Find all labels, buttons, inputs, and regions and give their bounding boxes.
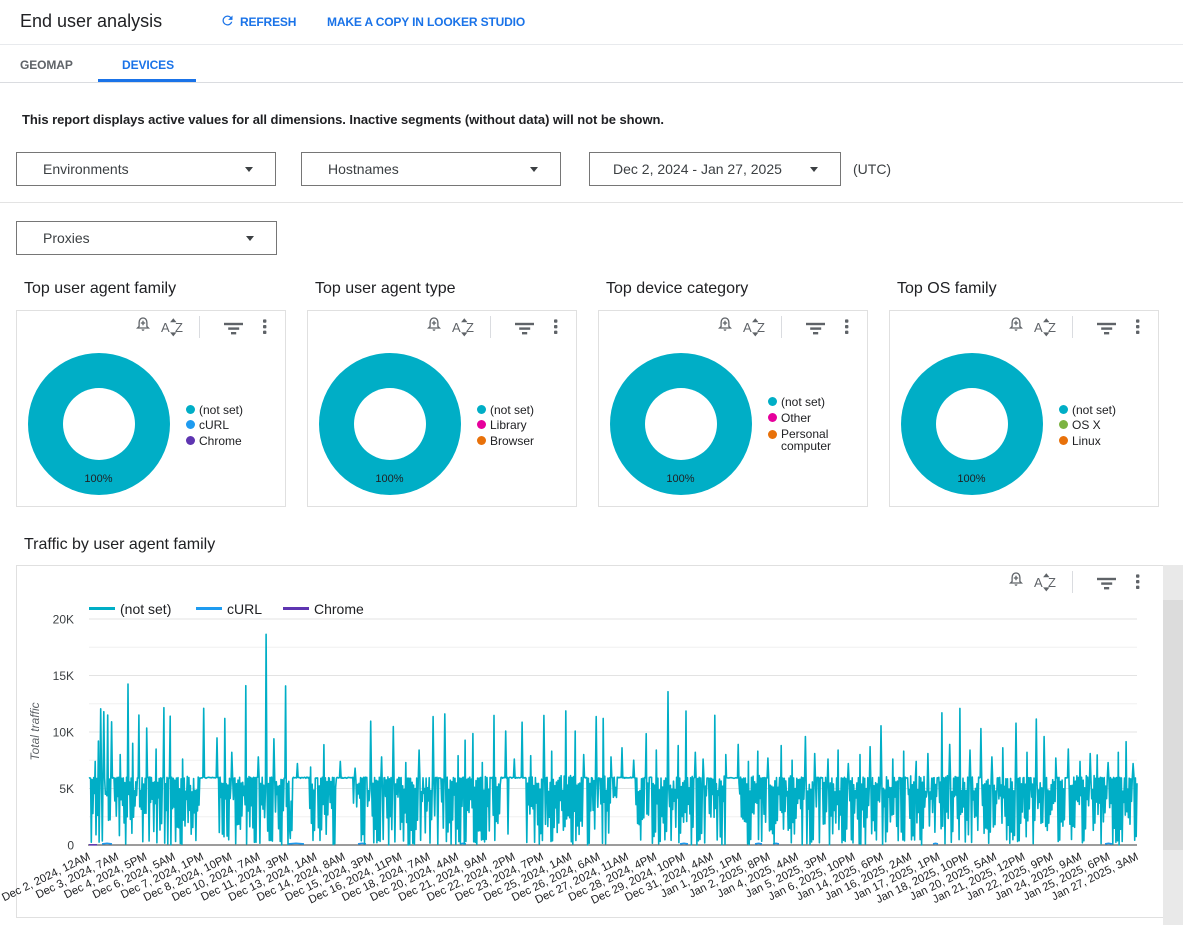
svg-text:Total traffic: Total traffic xyxy=(28,702,42,760)
svg-text:15K: 15K xyxy=(53,669,74,683)
svg-text:0: 0 xyxy=(67,839,74,853)
svg-text:10K: 10K xyxy=(53,726,74,740)
svg-text:5K: 5K xyxy=(59,782,74,796)
svg-text:20K: 20K xyxy=(53,613,74,627)
